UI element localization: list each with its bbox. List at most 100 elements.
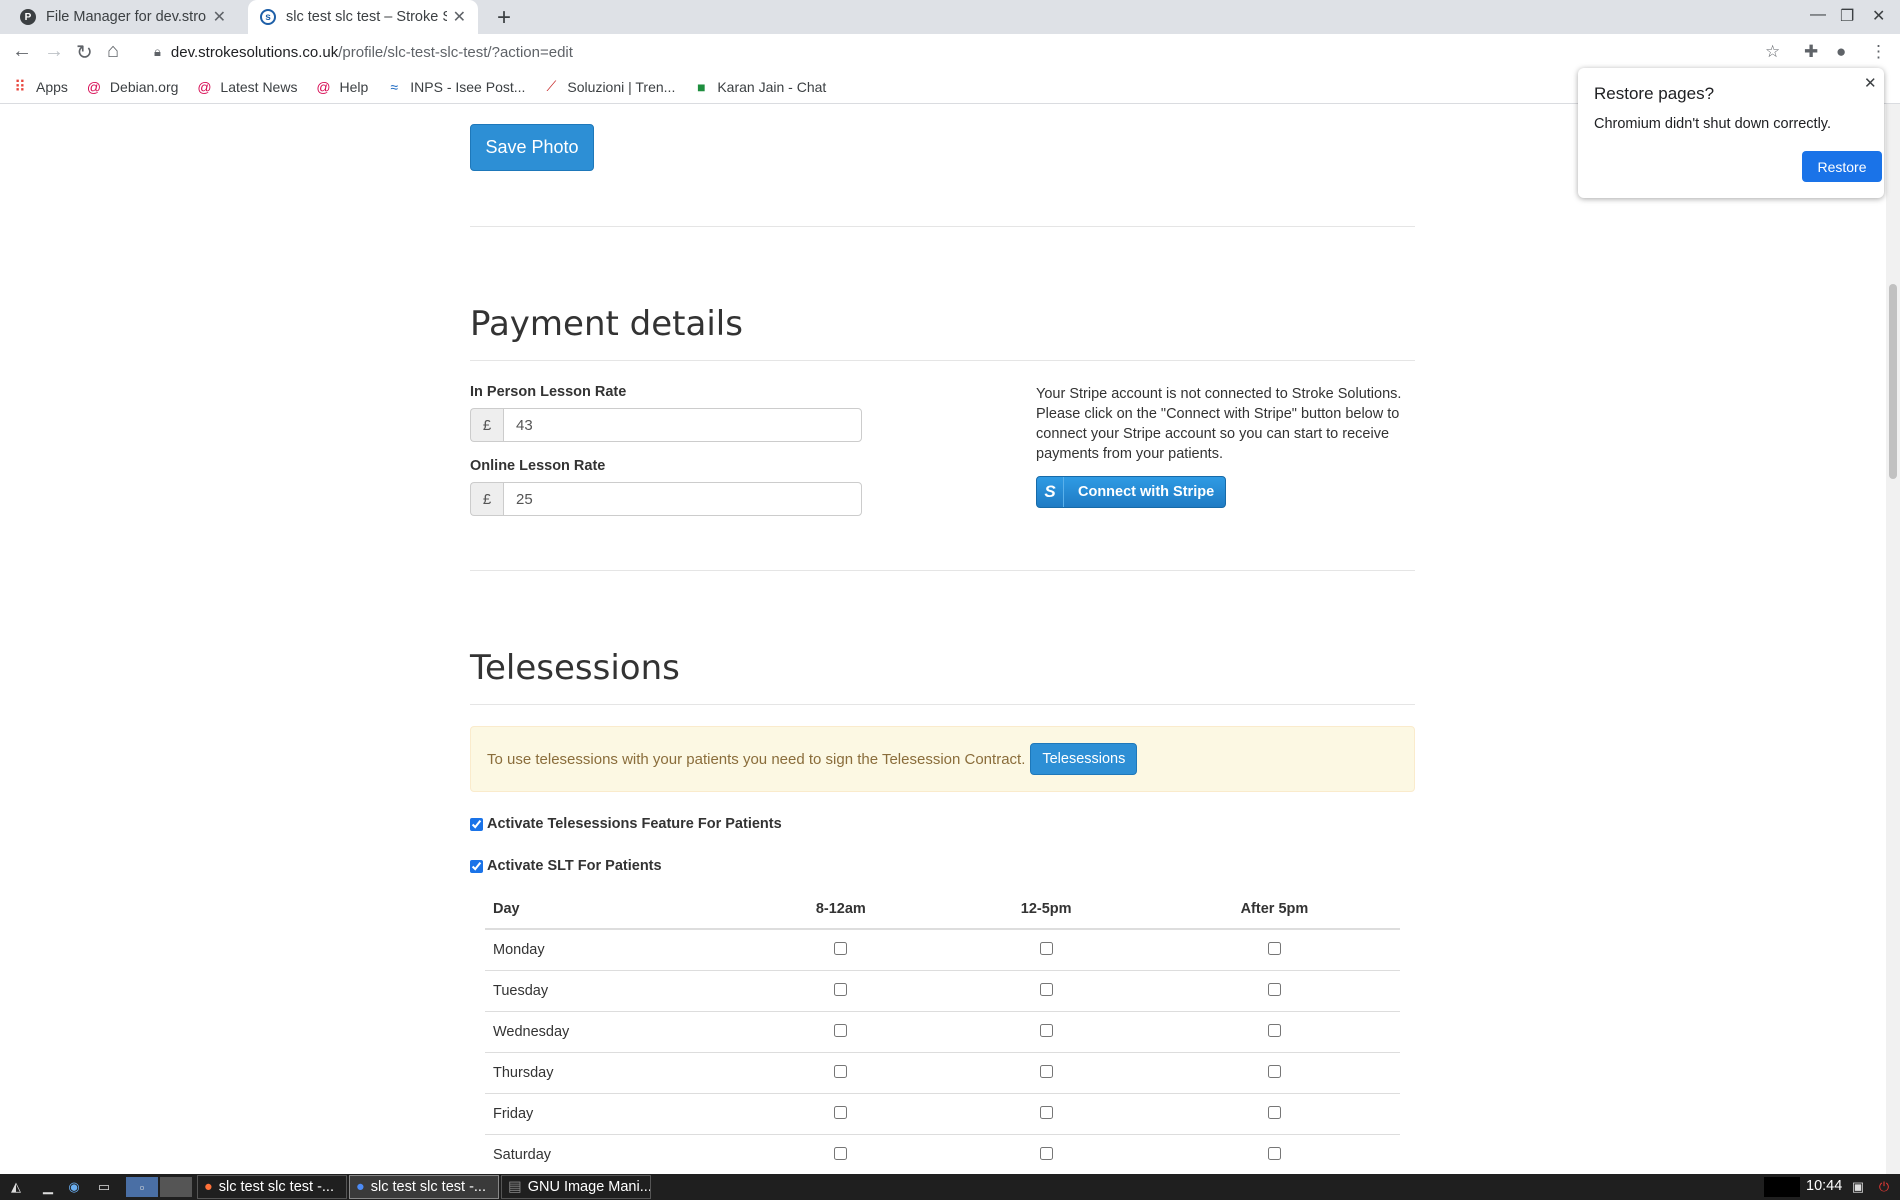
bookmark-inps[interactable]: ≈ INPS - Isee Post... bbox=[386, 79, 525, 95]
profile-icon[interactable]: ● bbox=[1836, 42, 1846, 62]
evening-slot-checkbox[interactable] bbox=[1267, 982, 1281, 996]
star-bookmark-icon[interactable]: ☆ bbox=[1765, 42, 1780, 62]
tab-file-manager[interactable]: P File Manager for dev.stroke ✕ bbox=[8, 0, 238, 34]
dialog-message: Chromium didn't shut down correctly. bbox=[1594, 116, 1832, 132]
save-photo-button[interactable]: Save Photo bbox=[470, 124, 594, 171]
checkbox-label: Activate SLT For Patients bbox=[487, 858, 662, 874]
taskbar-item-chromium[interactable]: ● slc test slc test -... bbox=[349, 1175, 499, 1199]
afternoon-slot-checkbox[interactable] bbox=[1039, 1146, 1053, 1160]
close-icon[interactable]: ✕ bbox=[213, 7, 226, 27]
afternoon-slot-checkbox[interactable] bbox=[1039, 941, 1053, 955]
heading-underline bbox=[470, 360, 1415, 361]
browser-launcher-icon[interactable]: ◉ bbox=[64, 1177, 84, 1197]
telesessions-button[interactable]: Telesessions bbox=[1030, 743, 1138, 775]
connect-with-stripe-button[interactable]: S Connect with Stripe bbox=[1036, 476, 1226, 508]
morning-slot-checkbox[interactable] bbox=[834, 941, 848, 955]
evening-slot-checkbox[interactable] bbox=[1267, 941, 1281, 955]
taskbar-item-gimp[interactable]: ▤ GNU Image Mani... bbox=[501, 1175, 651, 1199]
reload-icon[interactable]: ↻ bbox=[76, 40, 93, 65]
column-header-evening: After 5pm bbox=[1148, 890, 1400, 930]
network-icon[interactable]: ▣ bbox=[1848, 1177, 1868, 1197]
morning-slot-checkbox[interactable] bbox=[834, 1146, 848, 1160]
taskbar-item-label: slc test slc test -... bbox=[370, 1179, 486, 1195]
bookmark-help[interactable]: @ Help bbox=[315, 79, 368, 95]
page-viewport: Save Photo Payment details In Person Les… bbox=[0, 104, 1886, 1174]
evening-slot-checkbox[interactable] bbox=[1267, 1105, 1281, 1119]
activate-telesessions-checkbox[interactable] bbox=[470, 817, 483, 831]
tab-favicon-icon: s bbox=[260, 9, 276, 25]
evening-slot-checkbox[interactable] bbox=[1267, 1023, 1281, 1037]
stripe-info-line: payments from your patients. bbox=[1036, 446, 1223, 462]
activate-slt-checkbox-row[interactable]: Activate SLT For Patients bbox=[470, 858, 662, 874]
page-scrollbar[interactable] bbox=[1886, 104, 1900, 1174]
evening-slot-checkbox[interactable] bbox=[1267, 1146, 1281, 1160]
currency-addon: £ bbox=[470, 408, 503, 442]
slot-cell bbox=[1148, 1093, 1400, 1135]
menu-icon[interactable]: ⋮ bbox=[1870, 42, 1887, 62]
workspace-1-icon[interactable]: ▫ bbox=[126, 1177, 158, 1197]
table-row: Wednesday bbox=[485, 1011, 1400, 1053]
tab-slc-test[interactable]: s slc test slc test – Stroke So ✕ bbox=[248, 0, 478, 34]
minimize-icon[interactable]: — bbox=[1810, 6, 1826, 24]
section-divider bbox=[470, 570, 1415, 571]
scrollbar-thumb[interactable] bbox=[1889, 284, 1897, 479]
slot-cell bbox=[738, 970, 944, 1012]
back-icon[interactable]: ← bbox=[12, 40, 32, 63]
close-icon[interactable]: ✕ bbox=[1864, 74, 1877, 92]
in-person-rate-label: In Person Lesson Rate bbox=[470, 384, 627, 400]
alert-text: To use telesessions with your patients y… bbox=[487, 750, 1026, 768]
afternoon-slot-checkbox[interactable] bbox=[1039, 1105, 1053, 1119]
lock-icon: 🔒︎ bbox=[154, 44, 161, 59]
checkbox-label: Activate Telesessions Feature For Patien… bbox=[487, 816, 782, 832]
taskbar-clock: 10:44 bbox=[1806, 1178, 1843, 1194]
taskbar-item-firefox[interactable]: ● slc test slc test -... bbox=[197, 1175, 347, 1199]
morning-slot-checkbox[interactable] bbox=[834, 1105, 848, 1119]
show-desktop-icon[interactable]: ▁ bbox=[38, 1177, 58, 1197]
activate-slt-checkbox[interactable] bbox=[470, 859, 483, 873]
bookmark-trenitalia[interactable]: ⟋ Soluzioni | Tren... bbox=[543, 78, 676, 95]
slot-cell bbox=[738, 928, 944, 971]
system-tray-area bbox=[1764, 1177, 1800, 1197]
slot-cell bbox=[943, 1093, 1149, 1135]
activate-telesessions-checkbox-row[interactable]: Activate Telesessions Feature For Patien… bbox=[470, 816, 782, 832]
new-tab-icon[interactable]: + bbox=[497, 4, 511, 32]
day-cell: Wednesday bbox=[485, 1011, 739, 1053]
power-icon[interactable]: ⏻ bbox=[1874, 1177, 1894, 1197]
bookmark-latest-news[interactable]: @ Latest News bbox=[196, 79, 297, 95]
bookmark-apps[interactable]: ⠿ Apps bbox=[12, 79, 68, 96]
restore-button[interactable]: Restore bbox=[1802, 151, 1882, 182]
address-bar[interactable]: 🔒︎ dev.strokesolutions.co.uk/profile/slc… bbox=[140, 38, 1760, 66]
evening-slot-checkbox[interactable] bbox=[1267, 1064, 1281, 1078]
morning-slot-checkbox[interactable] bbox=[834, 1023, 848, 1037]
tab-title: File Manager for dev.stroke bbox=[46, 9, 207, 25]
column-header-day: Day bbox=[485, 890, 739, 930]
tab-favicon-icon: P bbox=[20, 9, 36, 25]
day-cell: Tuesday bbox=[485, 970, 739, 1012]
forward-icon[interactable]: → bbox=[44, 40, 64, 63]
bookmark-debian[interactable]: @ Debian.org bbox=[86, 79, 179, 95]
day-cell: Saturday bbox=[485, 1134, 739, 1174]
afternoon-slot-checkbox[interactable] bbox=[1039, 1064, 1053, 1078]
online-rate-input[interactable] bbox=[503, 482, 862, 516]
close-icon[interactable]: ✕ bbox=[453, 7, 466, 27]
afternoon-slot-checkbox[interactable] bbox=[1039, 982, 1053, 996]
file-manager-icon[interactable]: ▭ bbox=[94, 1177, 114, 1197]
extensions-icon[interactable]: ✚ bbox=[1804, 42, 1818, 62]
restore-window-icon[interactable]: ❐ bbox=[1840, 6, 1854, 26]
chromium-icon: ● bbox=[356, 1179, 365, 1195]
chat-icon: ■ bbox=[697, 78, 706, 95]
debian-icon: @ bbox=[316, 78, 331, 95]
morning-slot-checkbox[interactable] bbox=[834, 982, 848, 996]
bookmark-chat[interactable]: ■ Karan Jain - Chat bbox=[693, 79, 826, 95]
online-rate-group: £ bbox=[470, 482, 862, 516]
slot-cell bbox=[943, 970, 1149, 1012]
telesession-contract-alert: To use telesessions with your patients y… bbox=[470, 726, 1415, 792]
restore-pages-dialog: Restore pages? ✕ Chromium didn't shut do… bbox=[1578, 68, 1884, 198]
close-window-icon[interactable]: ✕ bbox=[1872, 6, 1885, 26]
start-menu-icon[interactable]: ◭ bbox=[4, 1177, 28, 1197]
home-icon[interactable]: ⌂ bbox=[107, 40, 119, 63]
workspace-2-icon[interactable] bbox=[160, 1177, 192, 1197]
afternoon-slot-checkbox[interactable] bbox=[1039, 1023, 1053, 1037]
morning-slot-checkbox[interactable] bbox=[834, 1064, 848, 1078]
in-person-rate-input[interactable] bbox=[503, 408, 862, 442]
